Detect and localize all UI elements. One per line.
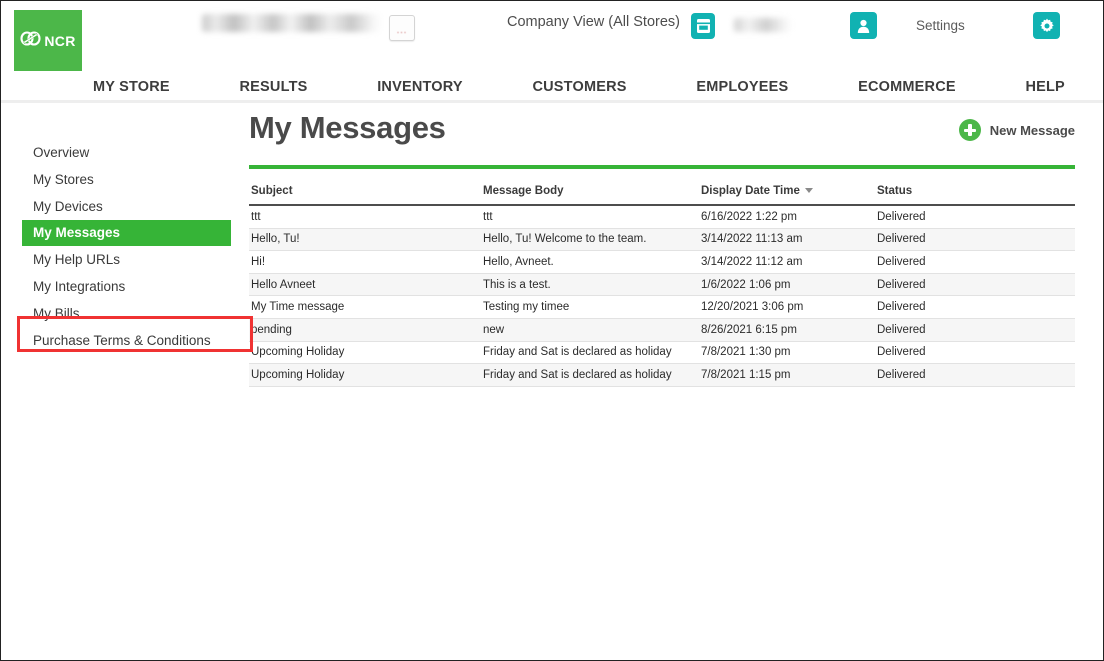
sidebar-item-my-bills[interactable]: My Bills	[1, 300, 249, 327]
table-row[interactable]: ttt ttt 6/16/2022 1:22 pm Delivered	[249, 206, 1075, 229]
table-row[interactable]: Hello Avneet This is a test. 1/6/2022 1:…	[249, 273, 1075, 297]
sidebar-item-my-help-urls[interactable]: My Help URLs	[1, 246, 249, 273]
cell-message-body: new	[483, 323, 505, 336]
cell-subject: Upcoming Holiday	[251, 346, 345, 359]
cell-status: Delivered	[877, 210, 926, 223]
cell-status: Delivered	[877, 278, 926, 291]
cell-status: Delivered	[877, 368, 926, 381]
plus-circle-icon	[958, 119, 981, 141]
content-area: Overview My Stores My Devices My Message…	[1, 103, 1103, 659]
cell-display-date-time: 3/14/2022 11:13 am	[701, 233, 803, 246]
cell-subject: pending	[251, 323, 292, 336]
cell-status: Delivered	[877, 233, 926, 246]
cell-message-body: This is a test.	[483, 278, 551, 291]
column-header-status[interactable]: Status	[875, 185, 1075, 197]
cell-subject: My Time message	[251, 301, 345, 314]
cell-display-date-time: 7/8/2021 1:15 pm	[701, 368, 791, 381]
store-icon[interactable]	[691, 13, 715, 39]
cell-message-body: Friday and Sat is declared as holiday	[483, 346, 672, 359]
sidebar-item-my-devices[interactable]: My Devices	[1, 193, 249, 220]
cell-message-body: Friday and Sat is declared as holiday	[483, 368, 672, 381]
cell-subject: Hello, Tu!	[251, 233, 300, 246]
cell-status: Delivered	[877, 301, 926, 314]
ncr-logo-text: NCR	[44, 32, 76, 49]
cell-subject: ttt	[251, 210, 261, 223]
settings-link[interactable]: Settings	[916, 18, 965, 33]
nav-item-ecommerce[interactable]: ECOMMERCE	[858, 79, 956, 95]
new-message-button[interactable]: New Message	[958, 119, 1075, 141]
main-panel: My Messages New Message Subject Message …	[249, 103, 1075, 387]
nav-item-inventory[interactable]: INVENTORY	[377, 79, 463, 95]
sidebar-item-purchase-terms[interactable]: Purchase Terms & Conditions	[1, 327, 249, 354]
table-row[interactable]: Upcoming Holiday Friday and Sat is decla…	[249, 364, 1075, 387]
table-row[interactable]: Hello, Tu! Hello, Tu! Welcome to the tea…	[249, 228, 1075, 252]
cell-subject: Upcoming Holiday	[251, 368, 345, 381]
title-divider	[249, 165, 1075, 169]
cell-message-body: Hello, Avneet.	[483, 255, 554, 268]
top-header: NCR ... Company View (All Stores) Settin…	[1, 1, 1103, 71]
user-icon[interactable]	[850, 12, 877, 39]
nav-item-results[interactable]: RESULTS	[240, 79, 308, 95]
cell-display-date-time: 6/16/2022 1:22 pm	[701, 210, 797, 223]
nav-item-my-store[interactable]: MY STORE	[93, 79, 170, 95]
store-picker-label: ...	[396, 25, 408, 35]
cell-display-date-time: 3/14/2022 11:12 am	[701, 255, 803, 268]
store-name-redacted	[202, 14, 380, 32]
main-navigation: MY STORE RESULTS INVENTORY CUSTOMERS EMP…	[1, 71, 1103, 103]
table-row[interactable]: Hi! Hello, Avneet. 3/14/2022 11:12 am De…	[249, 251, 1075, 274]
column-header-subject[interactable]: Subject	[249, 185, 481, 197]
cell-message-body: ttt	[483, 210, 493, 223]
ncr-chainlink-icon	[20, 30, 42, 51]
table-row[interactable]: Upcoming Holiday Friday and Sat is decla…	[249, 342, 1075, 365]
cell-display-date-time: 12/20/2021 3:06 pm	[701, 301, 804, 314]
cell-subject: Hello Avneet	[251, 278, 316, 291]
cell-message-body: Testing my timee	[483, 301, 570, 314]
nav-item-help[interactable]: HELP	[1025, 79, 1064, 95]
table-header-row: Subject Message Body Display Date Time S…	[249, 185, 1075, 206]
sidebar-item-my-stores[interactable]: My Stores	[1, 166, 249, 193]
column-header-display-date-time-label: Display Date Time	[701, 185, 800, 197]
sidebar-item-my-integrations[interactable]: My Integrations	[1, 273, 249, 300]
column-header-message-body[interactable]: Message Body	[481, 185, 699, 197]
cell-status: Delivered	[877, 346, 926, 359]
company-view-label: Company View (All Stores)	[507, 14, 680, 30]
cell-status: Delivered	[877, 255, 926, 268]
cell-status: Delivered	[877, 323, 926, 336]
cell-subject: Hi!	[251, 255, 266, 268]
page-title: My Messages	[249, 110, 446, 145]
nav-item-employees[interactable]: EMPLOYEES	[696, 79, 788, 95]
sidebar-item-overview[interactable]: Overview	[1, 139, 249, 166]
user-name-redacted	[734, 18, 792, 32]
column-header-display-date-time[interactable]: Display Date Time	[699, 185, 875, 197]
table-row[interactable]: pending new 8/26/2021 6:15 pm Delivered	[249, 318, 1075, 342]
store-picker-button[interactable]: ...	[389, 15, 415, 41]
cell-display-date-time: 1/6/2022 1:06 pm	[701, 278, 791, 291]
sidebar-item-my-messages[interactable]: My Messages	[22, 220, 231, 246]
cell-message-body: Hello, Tu! Welcome to the team.	[483, 233, 647, 246]
new-message-label: New Message	[989, 122, 1075, 138]
nav-item-customers[interactable]: CUSTOMERS	[532, 79, 626, 95]
ncr-logo[interactable]: NCR	[14, 10, 82, 71]
gear-icon[interactable]	[1033, 12, 1060, 39]
application-window: NCR ... Company View (All Stores) Settin…	[0, 0, 1104, 661]
sort-descending-icon	[804, 187, 813, 193]
messages-table: Subject Message Body Display Date Time S…	[249, 185, 1075, 387]
table-row[interactable]: My Time message Testing my timee 12/20/2…	[249, 296, 1075, 319]
cell-display-date-time: 7/8/2021 1:30 pm	[701, 346, 791, 359]
sidebar: Overview My Stores My Devices My Message…	[1, 103, 249, 354]
cell-display-date-time: 8/26/2021 6:15 pm	[701, 323, 797, 336]
